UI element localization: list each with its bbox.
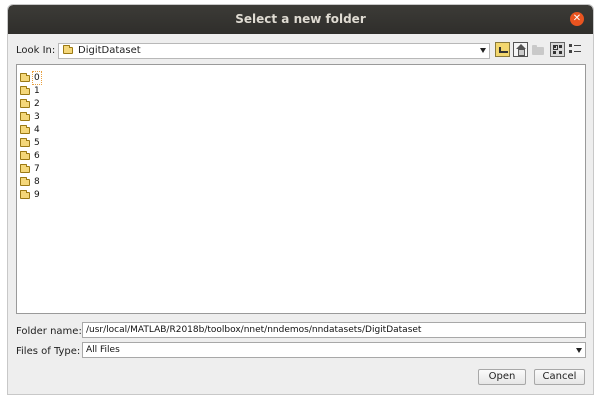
folder-icon xyxy=(20,177,30,186)
folder-icon xyxy=(20,138,30,147)
up-one-level-icon[interactable] xyxy=(495,42,510,57)
folder-icon xyxy=(20,86,30,95)
list-item-label: 2 xyxy=(34,99,40,109)
folder-icon xyxy=(20,112,30,121)
cancel-button[interactable]: Cancel xyxy=(534,369,585,385)
list-item-label: 6 xyxy=(34,151,40,161)
folder-icon xyxy=(20,99,30,108)
files-of-type-select[interactable]: All Files xyxy=(82,342,586,358)
folder-name-label: Folder name: xyxy=(16,326,82,337)
folder-icon xyxy=(20,190,30,199)
folder-icon xyxy=(20,164,30,173)
chevron-down-icon xyxy=(480,48,486,53)
list-view-icon[interactable] xyxy=(550,42,565,57)
look-in-combo[interactable]: DigitDataset xyxy=(58,43,490,59)
list-item-label: 8 xyxy=(34,177,40,187)
look-in-value: DigitDataset xyxy=(78,45,141,56)
open-button[interactable]: Open xyxy=(478,369,526,385)
file-chooser-dialog: Select a new folder ✕ Look In: DigitData… xyxy=(7,4,594,395)
dialog-title: Select a new folder xyxy=(235,12,366,26)
folder-icon xyxy=(20,151,30,160)
list-item-label: 0 xyxy=(32,71,42,85)
files-of-type-value: All Files xyxy=(86,345,120,355)
list-item-label: 4 xyxy=(34,125,40,135)
chevron-down-icon xyxy=(576,348,582,353)
list-item-label: 3 xyxy=(34,112,40,122)
title-bar[interactable]: Select a new folder ✕ xyxy=(8,5,593,34)
folder-icon xyxy=(63,45,73,54)
list-item-label: 7 xyxy=(34,164,40,174)
folder-icon xyxy=(20,73,30,82)
new-folder-icon[interactable] xyxy=(531,42,546,57)
folder-icon xyxy=(20,125,30,134)
files-of-type-label: Files of Type: xyxy=(16,346,81,357)
list-item-label: 5 xyxy=(34,138,40,148)
details-view-icon[interactable] xyxy=(568,42,583,57)
list-item-label: 9 xyxy=(34,190,40,200)
close-icon[interactable]: ✕ xyxy=(570,12,584,26)
look-in-label: Look In: xyxy=(16,45,56,56)
file-list[interactable]: 0 1 2 3 4 5 6 7 8 9 xyxy=(16,64,586,314)
list-item-label: 1 xyxy=(34,86,40,96)
home-icon[interactable] xyxy=(513,42,528,57)
folder-name-field[interactable]: /usr/local/MATLAB/R2018b/toolbox/nnet/nn… xyxy=(82,322,586,338)
